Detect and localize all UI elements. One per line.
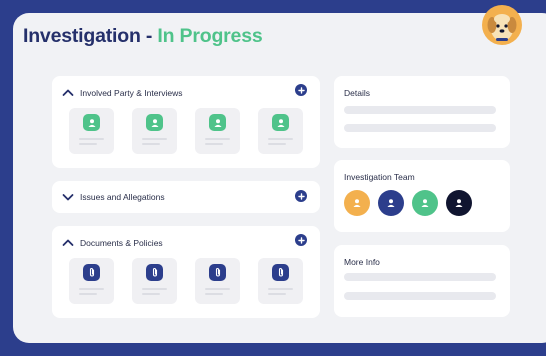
tile-line [268,293,286,295]
documents-section: Documents & Policies [52,226,320,318]
add-issue-button[interactable] [295,190,307,202]
tile-line [205,288,230,290]
details-label: Details [344,88,370,98]
tile-line [79,138,104,140]
investigation-team-label: Investigation Team [344,172,415,182]
tile-line [268,138,293,140]
person-icon [146,114,163,131]
person-icon [209,114,226,131]
involved-party-section: Involved Party & Interviews [52,76,320,168]
tile-line [205,138,230,140]
paperclip-icon [146,264,163,281]
tile-line [79,293,97,295]
document-tile[interactable] [258,258,303,304]
tile-line [142,138,167,140]
placeholder-bar [344,273,496,281]
tile-line [268,143,286,145]
tile-line [79,288,104,290]
party-tile[interactable] [258,108,303,154]
party-tile[interactable] [195,108,240,154]
person-icon [353,199,361,207]
document-tile[interactable] [195,258,240,304]
more-info-card: More Info [334,245,510,317]
tile-line [142,143,160,145]
details-card: Details [334,76,510,148]
team-member-avatar[interactable] [378,190,404,216]
party-tile[interactable] [132,108,177,154]
documents-header[interactable]: Documents & Policies [62,236,163,250]
chevron-up-icon [62,239,74,246]
add-party-button[interactable] [295,84,307,96]
involved-party-header[interactable]: Involved Party & Interviews [62,86,183,100]
page-title: Investigation - In Progress [23,25,263,48]
placeholder-bar [344,124,496,132]
paperclip-icon [209,264,226,281]
status-label: In Progress [157,25,263,47]
involved-party-label: Involved Party & Interviews [80,88,183,98]
paperclip-icon [272,264,289,281]
person-icon [455,199,463,207]
plus-icon [297,192,305,200]
chevron-up-icon [62,89,74,96]
tile-line [205,293,223,295]
party-tile[interactable] [69,108,114,154]
document-tile[interactable] [69,258,114,304]
person-icon [387,199,395,207]
tile-line [142,288,167,290]
person-icon [272,114,289,131]
team-member-avatar[interactable] [446,190,472,216]
dog-avatar-icon[interactable] [482,5,522,45]
paperclip-icon [83,264,100,281]
tile-line [142,293,160,295]
placeholder-bar [344,292,496,300]
tile-line [268,288,293,290]
documents-label: Documents & Policies [80,238,163,248]
issues-label: Issues and Allegations [80,192,165,202]
team-member-avatar[interactable] [344,190,370,216]
investigation-team-card: Investigation Team [334,160,510,232]
issues-header[interactable]: Issues and Allegations [62,190,165,204]
team-member-avatar[interactable] [412,190,438,216]
chevron-down-icon [62,194,74,201]
person-icon [83,114,100,131]
more-info-label: More Info [344,257,380,267]
plus-icon [297,236,305,244]
page-title-text: Investigation - [23,25,158,47]
tile-line [79,143,97,145]
person-icon [421,199,429,207]
issues-section: Issues and Allegations [52,181,320,213]
tile-line [205,143,223,145]
document-tile[interactable] [132,258,177,304]
placeholder-bar [344,106,496,114]
plus-icon [297,86,305,94]
add-document-button[interactable] [295,234,307,246]
